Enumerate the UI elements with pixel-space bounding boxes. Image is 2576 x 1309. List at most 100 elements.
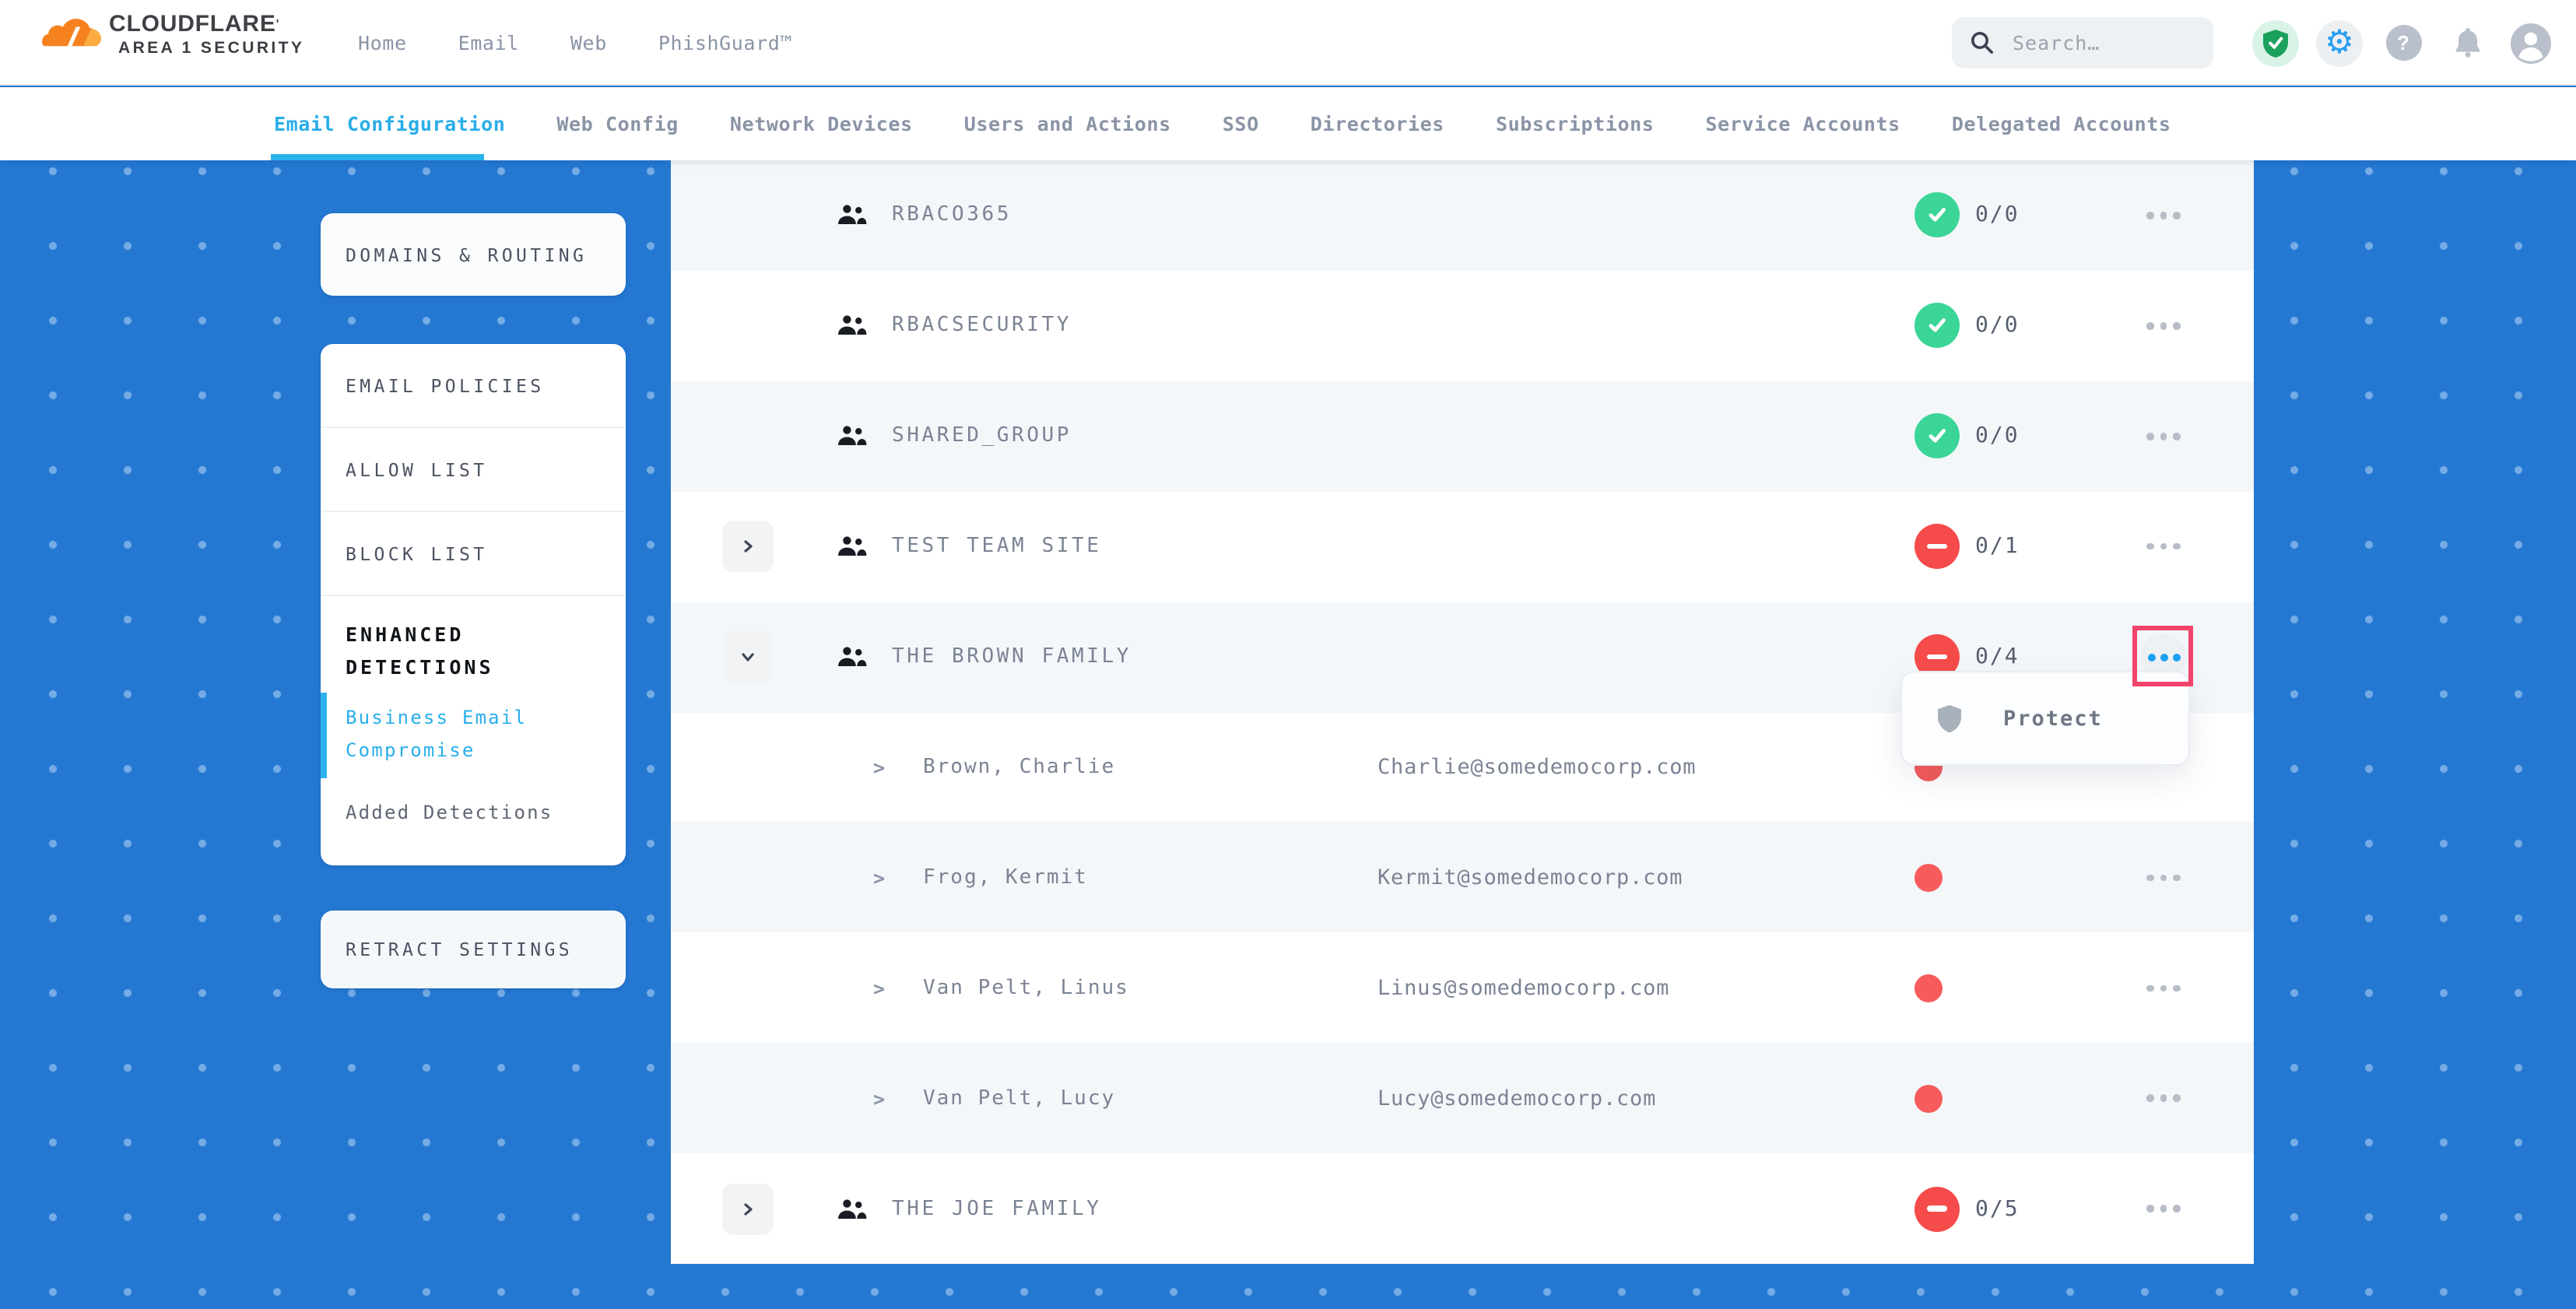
sidebar-item-allow-list[interactable]: ALLOW LIST bbox=[321, 428, 626, 512]
row-menu-button[interactable] bbox=[2129, 965, 2198, 1012]
tab-directories[interactable]: Directories bbox=[1311, 112, 1444, 135]
top-header: CLOUDFLARE' AREA 1 SECURITY Home Email W… bbox=[0, 0, 2576, 86]
row-menu-button[interactable] bbox=[2129, 303, 2198, 349]
group-name: THE BROWN FAMILY bbox=[892, 645, 1132, 669]
group-name: RBACSECURITY bbox=[892, 314, 1072, 338]
sidebar-item-added-detections[interactable]: Added Detections bbox=[321, 782, 626, 844]
table-row-user[interactable]: > Frog, Kermit Kermit@somedemocorp.com bbox=[671, 823, 2254, 933]
nav-item-web[interactable]: Web bbox=[570, 31, 607, 54]
user-caret-icon: > bbox=[873, 1086, 885, 1110]
app-window: CLOUDFLARE' AREA 1 SECURITY Home Email W… bbox=[0, 0, 2576, 1309]
group-name: RBACO365 bbox=[892, 204, 1012, 227]
user-email: Kermit@somedemocorp.com bbox=[1377, 865, 1683, 890]
row-menu-button[interactable] bbox=[2129, 855, 2198, 901]
table-row-user[interactable]: > Van Pelt, Linus Linus@somedemocorp.com bbox=[671, 933, 2254, 1044]
sidebar-card-email-policies: EMAIL POLICIES ALLOW LIST BLOCK LIST ENH… bbox=[321, 344, 626, 866]
expand-button[interactable] bbox=[722, 521, 774, 572]
logo-text: CLOUDFLARE' AREA 1 SECURITY bbox=[109, 11, 304, 59]
tab-network-devices[interactable]: Network Devices bbox=[730, 112, 913, 135]
group-name: TEST TEAM SITE bbox=[892, 535, 1102, 558]
annotation-highlight-box bbox=[2132, 626, 2193, 686]
tab-delegated-accounts[interactable]: Delegated Accounts bbox=[1952, 112, 2171, 135]
status-count: 0/0 bbox=[1975, 203, 2020, 228]
bell-icon[interactable] bbox=[2444, 19, 2490, 66]
status-count: 0/0 bbox=[1975, 314, 2020, 339]
table-row-group[interactable]: SHARED_GROUP 0/0 bbox=[671, 381, 2254, 492]
sidebar-label: DOMAINS & ROUTING bbox=[346, 244, 587, 265]
user-email: Linus@somedemocorp.com bbox=[1377, 976, 1669, 1001]
sidebar-item-retract-settings[interactable]: RETRACT SETTINGS bbox=[321, 911, 626, 988]
sidebar-section-enhanced-detections[interactable]: ENHANCED DETECTIONS bbox=[321, 596, 626, 687]
expand-button[interactable] bbox=[722, 1183, 774, 1234]
cloudflare-cloud-icon bbox=[42, 16, 101, 61]
group-name: THE JOE FAMILY bbox=[892, 1197, 1102, 1220]
user-name: Van Pelt, Lucy bbox=[923, 1086, 1115, 1110]
sidebar-item-email-policies[interactable]: EMAIL POLICIES bbox=[321, 344, 626, 428]
shield-icon bbox=[1938, 704, 1961, 732]
group-name: SHARED_GROUP bbox=[892, 425, 1072, 448]
user-email: Lucy@somedemocorp.com bbox=[1377, 1086, 1656, 1111]
user-caret-icon: > bbox=[873, 977, 885, 1000]
tab-service-accounts[interactable]: Service Accounts bbox=[1705, 112, 1900, 135]
table-row-group[interactable]: THE JOE FAMILY 0/5 bbox=[671, 1153, 2254, 1264]
nav-item-home[interactable]: Home bbox=[358, 31, 407, 54]
row-menu-button[interactable] bbox=[2129, 1075, 2198, 1121]
group-icon bbox=[837, 647, 867, 667]
tab-users-and-actions[interactable]: Users and Actions bbox=[964, 112, 1171, 135]
tab-web-config[interactable]: Web Config bbox=[556, 112, 679, 135]
unprotected-dot bbox=[1914, 1084, 1943, 1112]
search-input[interactable] bbox=[2009, 30, 2196, 56]
shield-check-icon[interactable] bbox=[2252, 19, 2299, 66]
unprotected-dot bbox=[1914, 864, 1943, 892]
search-icon bbox=[1971, 31, 1994, 54]
table-row-user[interactable]: > Van Pelt, Lucy Lucy@somedemocorp.com bbox=[671, 1044, 2254, 1154]
status-count: 0/4 bbox=[1975, 644, 2020, 669]
logo-title: CLOUDFLARE bbox=[109, 11, 276, 37]
secondary-nav: Email Configuration Web Config Network D… bbox=[0, 87, 2576, 160]
row-menu-button[interactable] bbox=[2129, 1185, 2198, 1232]
protected-check-icon bbox=[1914, 193, 1960, 238]
group-icon bbox=[837, 205, 867, 226]
unprotected-minus-icon bbox=[1914, 1186, 1960, 1231]
help-icon[interactable]: ? bbox=[2380, 19, 2427, 66]
status-count: 0/1 bbox=[1975, 534, 2020, 559]
unprotected-minus-icon bbox=[1914, 524, 1960, 569]
unprotected-dot bbox=[1914, 974, 1943, 1002]
cloudflare-logo[interactable]: CLOUDFLARE' AREA 1 SECURITY bbox=[42, 11, 304, 61]
user-caret-icon: > bbox=[873, 756, 885, 779]
row-menu-button[interactable] bbox=[2129, 523, 2198, 570]
search-bar[interactable] bbox=[1952, 17, 2213, 68]
protected-check-icon bbox=[1914, 414, 1960, 459]
primary-nav: Home Email Web PhishGuard™ bbox=[358, 0, 792, 86]
group-icon bbox=[837, 426, 867, 447]
tab-email-configuration[interactable]: Email Configuration bbox=[274, 112, 505, 135]
tab-subscriptions[interactable]: Subscriptions bbox=[1496, 112, 1654, 135]
row-menu-button[interactable] bbox=[2129, 192, 2198, 239]
table-row-group[interactable]: TEST TEAM SITE 0/1 bbox=[671, 491, 2254, 602]
user-name: Brown, Charlie bbox=[923, 756, 1115, 779]
nav-item-phishguard[interactable]: PhishGuard™ bbox=[658, 31, 792, 54]
protect-menu-item[interactable]: Protect bbox=[2003, 706, 2103, 731]
user-email: Charlie@somedemocorp.com bbox=[1377, 755, 1696, 780]
table-row-group[interactable]: RBACSECURITY 0/0 bbox=[671, 271, 2254, 381]
user-name: Frog, Kermit bbox=[923, 866, 1088, 890]
sidebar-item-block-list[interactable]: BLOCK LIST bbox=[321, 512, 626, 596]
user-caret-icon: > bbox=[873, 866, 885, 890]
row-menu-button[interactable] bbox=[2129, 413, 2198, 460]
status-count: 0/5 bbox=[1975, 1196, 2020, 1221]
group-icon bbox=[837, 536, 867, 556]
user-name: Van Pelt, Linus bbox=[923, 977, 1129, 1000]
group-icon bbox=[837, 1198, 867, 1219]
sidebar-item-business-email-compromise[interactable]: Business Email Compromise bbox=[321, 687, 626, 782]
active-tab-underline bbox=[271, 154, 484, 160]
sidebar-item-domains-routing[interactable]: DOMAINS & ROUTING bbox=[321, 213, 626, 296]
tab-sso[interactable]: SSO bbox=[1223, 112, 1259, 135]
gear-icon[interactable]: ⚙ bbox=[2316, 19, 2363, 66]
collapse-button[interactable] bbox=[722, 631, 774, 683]
account-icon[interactable] bbox=[2508, 19, 2554, 66]
group-icon bbox=[837, 316, 867, 336]
nav-item-email[interactable]: Email bbox=[458, 31, 519, 54]
status-count: 0/0 bbox=[1975, 424, 2020, 449]
header-icon-cluster: ⚙ ? bbox=[2252, 0, 2554, 86]
table-row-group[interactable]: RBACO365 0/0 bbox=[671, 160, 2254, 271]
